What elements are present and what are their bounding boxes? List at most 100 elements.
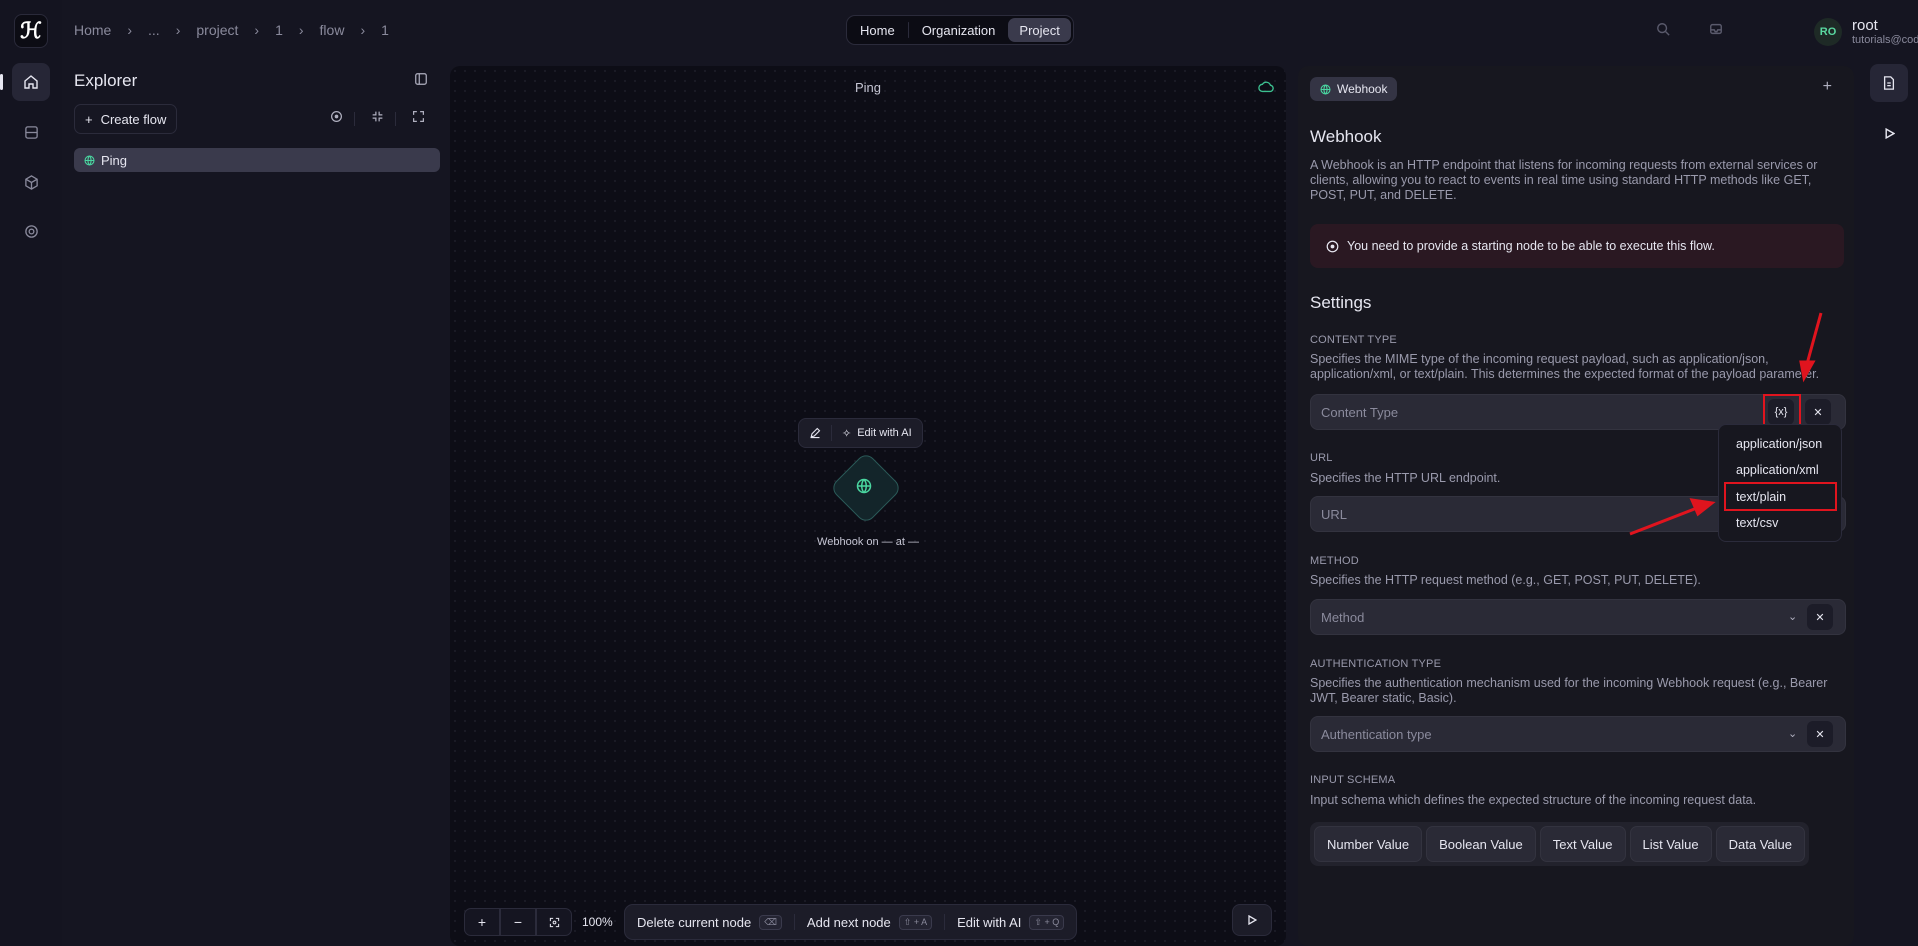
shortcut-hint: ⇧ + Q bbox=[1029, 914, 1065, 930]
chevron-right-icon: › bbox=[127, 22, 133, 38]
chevron-right-icon: › bbox=[254, 22, 260, 38]
shortcut-hint: ⌫ bbox=[759, 914, 782, 930]
segment-divider bbox=[907, 22, 909, 38]
badge-label: Webhook bbox=[1337, 82, 1388, 96]
text-value-chip[interactable]: Text Value bbox=[1539, 826, 1626, 862]
zoom-level: 100% bbox=[582, 915, 613, 929]
play-icon[interactable] bbox=[1870, 114, 1908, 152]
nav-segment-control: Home Organization Project bbox=[846, 15, 1074, 45]
globe-icon bbox=[84, 154, 95, 166]
add-next-node-label: Add next node bbox=[806, 914, 891, 930]
divider bbox=[395, 112, 396, 126]
collapse-icon[interactable] bbox=[371, 110, 384, 126]
edit-with-ai-action-button[interactable]: Edit with AI ⇧ + Q bbox=[945, 914, 1076, 930]
breadcrumb-ellipsis[interactable]: ... bbox=[148, 22, 160, 38]
flow-canvas[interactable]: Ping ✧ Edit with AI Webhook on — at — + … bbox=[450, 66, 1286, 946]
breadcrumb-home[interactable]: Home bbox=[74, 22, 111, 38]
clear-auth-button[interactable]: ✕ bbox=[1807, 721, 1833, 747]
chevron-right-icon: › bbox=[360, 22, 366, 38]
tab-organization[interactable]: Organization bbox=[911, 18, 1007, 42]
canvas-title: Ping bbox=[854, 80, 882, 95]
delete-node-label: Delete current node bbox=[637, 914, 752, 930]
tab-home[interactable]: Home bbox=[849, 18, 906, 42]
data-value-chip[interactable]: Data Value bbox=[1715, 826, 1805, 862]
action-bar: Delete current node ⌫ Add next node ⇧ + … bbox=[624, 904, 1078, 940]
input-schema-description: Input schema which defines the expected … bbox=[1310, 793, 1757, 807]
explorer-title: Explorer bbox=[74, 71, 138, 90]
number-value-chip[interactable]: Number Value bbox=[1314, 826, 1423, 862]
list-value-chip[interactable]: List Value bbox=[1629, 826, 1712, 862]
search-icon[interactable] bbox=[1656, 22, 1670, 39]
app-logo[interactable]: ℋ bbox=[14, 14, 48, 48]
url-placeholder: URL bbox=[1321, 506, 1348, 522]
boolean-value-chip[interactable]: Boolean Value bbox=[1426, 826, 1536, 862]
highlight-box bbox=[1763, 394, 1801, 428]
user-name: root bbox=[1852, 17, 1878, 34]
breadcrumb: Home › ... › project › 1 › flow › 1 bbox=[74, 22, 389, 38]
method-placeholder: Method bbox=[1321, 609, 1365, 625]
highlight-box bbox=[1724, 482, 1837, 511]
breadcrumb-flow-id[interactable]: 1 bbox=[381, 22, 389, 38]
explorer-panel: Explorer + Create flow Ping bbox=[62, 62, 450, 946]
option-application-xml[interactable]: application/xml bbox=[1736, 463, 1819, 477]
user-menu[interactable]: RO root tutorials@code0.tech bbox=[1814, 17, 1918, 46]
option-text-csv[interactable]: text/csv bbox=[1736, 516, 1778, 530]
zoom-in-button[interactable]: + bbox=[464, 908, 500, 936]
target-icon[interactable] bbox=[330, 110, 343, 126]
tab-project[interactable]: Project bbox=[1008, 18, 1071, 42]
gear-icon[interactable] bbox=[12, 212, 50, 250]
play-icon bbox=[1247, 915, 1257, 925]
schema-type-chips: Number Value Boolean Value Text Value Li… bbox=[1310, 822, 1809, 866]
home-icon[interactable] bbox=[12, 63, 50, 101]
divider bbox=[354, 112, 355, 126]
zoom-out-button[interactable]: − bbox=[500, 908, 536, 936]
add-icon[interactable]: + bbox=[1823, 78, 1832, 96]
method-select[interactable]: Method bbox=[1310, 599, 1846, 635]
chevron-down-icon: ⌄ bbox=[1788, 728, 1798, 740]
edit-with-ai-action-label: Edit with AI bbox=[957, 914, 1022, 930]
flow-item-ping[interactable]: Ping bbox=[74, 148, 440, 172]
content-type-placeholder: Content Type bbox=[1321, 404, 1399, 420]
method-description: Specifies the HTTP request method (e.g.,… bbox=[1310, 573, 1701, 587]
breadcrumb-project-id[interactable]: 1 bbox=[275, 22, 283, 38]
zoom-controls: + − 100% bbox=[464, 908, 613, 936]
edit-icon bbox=[809, 427, 821, 439]
globe-icon bbox=[856, 478, 872, 499]
avatar: RO bbox=[1814, 17, 1842, 46]
clear-content-type-button[interactable]: ✕ bbox=[1805, 399, 1831, 425]
url-label: URL bbox=[1310, 452, 1333, 464]
breadcrumb-flow[interactable]: flow bbox=[320, 22, 345, 38]
clear-method-button[interactable]: ✕ bbox=[1807, 604, 1833, 630]
panel-description: A Webhook is an HTTP endpoint that liste… bbox=[1310, 158, 1818, 202]
left-rail: ℋ bbox=[0, 0, 62, 946]
cube-icon[interactable] bbox=[12, 163, 50, 201]
create-flow-button[interactable]: + Create flow bbox=[74, 104, 178, 134]
node-toolbar: ✧ Edit with AI bbox=[798, 418, 923, 448]
edit-node-button[interactable] bbox=[799, 419, 831, 447]
plus-icon: + bbox=[85, 111, 93, 127]
node-type-badge: Webhook bbox=[1310, 77, 1398, 101]
sparkle-icon: ✧ bbox=[842, 427, 852, 440]
breadcrumb-project[interactable]: project bbox=[196, 22, 238, 38]
sidebar-toggle-icon[interactable] bbox=[414, 72, 428, 91]
auth-description: Specifies the authentication mechanism u… bbox=[1310, 676, 1828, 705]
fit-view-button[interactable] bbox=[536, 908, 572, 936]
content-type-label: CONTENT TYPE bbox=[1310, 334, 1397, 346]
edit-with-ai-button[interactable]: ✧ Edit with AI bbox=[832, 419, 922, 447]
option-application-json[interactable]: application/json bbox=[1736, 437, 1822, 451]
cloud-sync-icon bbox=[1258, 80, 1274, 99]
shortcut-hint: ⇧ + A bbox=[898, 914, 933, 930]
auth-type-select[interactable]: Authentication type bbox=[1310, 716, 1846, 752]
add-next-node-button[interactable]: Add next node ⇧ + A bbox=[795, 914, 944, 930]
app-root: ℋ Home › ... › project › 1 › flow › 1 Ho… bbox=[0, 0, 1918, 946]
file-icon[interactable] bbox=[1870, 64, 1908, 102]
alert-text: You need to provide a starting node to b… bbox=[1347, 239, 1715, 253]
inbox-icon[interactable] bbox=[1709, 22, 1723, 39]
chevron-right-icon: › bbox=[175, 22, 181, 38]
server-icon[interactable] bbox=[12, 113, 50, 151]
expand-icon[interactable] bbox=[412, 110, 425, 126]
panel-title: Webhook bbox=[1310, 127, 1382, 146]
run-flow-button[interactable] bbox=[1232, 904, 1272, 936]
settings-heading: Settings bbox=[1310, 293, 1372, 312]
delete-node-button[interactable]: Delete current node ⌫ bbox=[625, 914, 794, 930]
